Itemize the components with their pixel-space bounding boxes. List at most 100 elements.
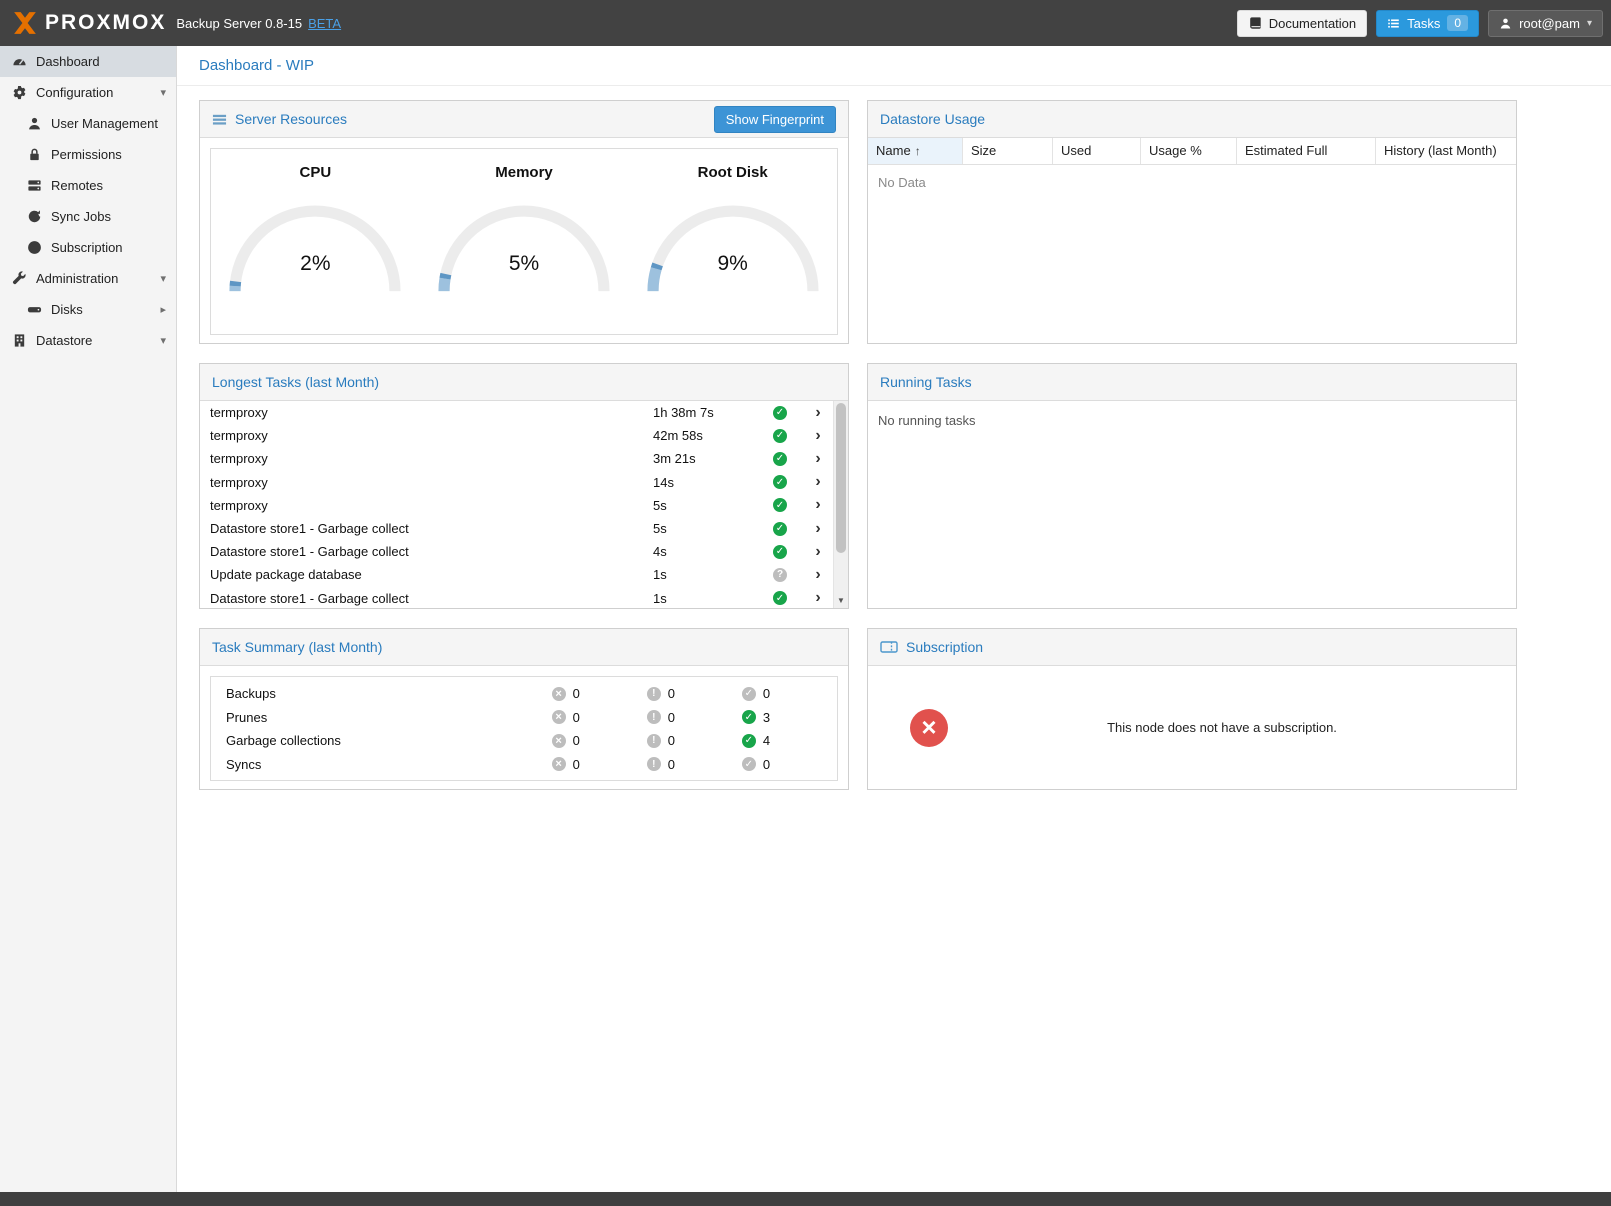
- summary-row: Backups 0 0 0: [211, 682, 837, 706]
- chevron-right-icon[interactable]: ›: [803, 450, 833, 468]
- error-count-icon: [552, 710, 566, 724]
- proxmox-logo-icon: [12, 10, 38, 36]
- column-header-size[interactable]: Size: [963, 138, 1053, 164]
- summary-label: Garbage collections: [226, 733, 552, 748]
- column-header-used[interactable]: Used: [1053, 138, 1141, 164]
- warning-count: 0: [668, 686, 675, 701]
- task-row[interactable]: termproxy 5s ›: [200, 494, 833, 517]
- column-header-history[interactable]: History (last Month): [1376, 138, 1516, 164]
- user-icon: [27, 116, 42, 131]
- show-fingerprint-button[interactable]: Show Fingerprint: [714, 106, 836, 133]
- panel-title: Server Resources: [235, 111, 347, 127]
- sidebar-item-dashboard[interactable]: Dashboard: [0, 46, 176, 77]
- task-status-icon: [773, 475, 787, 489]
- column-header-name[interactable]: Name↑: [868, 138, 963, 164]
- warning-count-icon: [647, 710, 661, 724]
- tasks-button[interactable]: Tasks 0: [1376, 10, 1479, 37]
- sidebar-item-label: Datastore: [36, 333, 92, 348]
- panel-title: Datastore Usage: [880, 111, 985, 127]
- sidebar-item-disks[interactable]: Disks ▸: [0, 294, 176, 325]
- chevron-right-icon[interactable]: ›: [803, 473, 833, 491]
- chevron-right-icon[interactable]: ›: [803, 427, 833, 445]
- sidebar-item-label: Configuration: [36, 85, 113, 100]
- sidebar-item-label: Dashboard: [36, 54, 100, 69]
- scroll-down-button[interactable]: ▼: [834, 593, 848, 608]
- task-name: Update package database: [210, 567, 653, 582]
- column-header-estimated-full[interactable]: Estimated Full: [1237, 138, 1376, 164]
- hdd-icon: [27, 302, 42, 317]
- refresh-icon: [27, 209, 42, 224]
- cpu-gauge: CPU 2%: [211, 149, 420, 334]
- task-name: termproxy: [210, 475, 653, 490]
- longest-tasks-panel: Longest Tasks (last Month) termproxy 1h …: [199, 363, 849, 609]
- task-row[interactable]: Datastore store1 - Garbage collect 5s ›: [200, 517, 833, 540]
- sidebar: Dashboard Configuration ▾ User Managemen…: [0, 46, 177, 1192]
- sidebar-item-datastore[interactable]: Datastore ▾: [0, 325, 176, 356]
- chevron-right-icon[interactable]: ›: [803, 589, 833, 607]
- chevron-right-icon[interactable]: ›: [803, 566, 833, 584]
- bottom-bar: [0, 1192, 1611, 1206]
- column-header-usage[interactable]: Usage %: [1141, 138, 1237, 164]
- chevron-down-icon: ▾: [1587, 18, 1592, 29]
- task-duration: 5s: [653, 521, 757, 536]
- wrench-icon: [12, 271, 27, 286]
- summary-row: Garbage collections 0 0 4: [211, 729, 837, 753]
- root-disk-gauge: Root Disk 9%: [628, 149, 837, 334]
- task-row[interactable]: termproxy 14s ›: [200, 471, 833, 494]
- chevron-right-icon[interactable]: ›: [803, 543, 833, 561]
- warning-count-icon: [647, 734, 661, 748]
- tasks-count-badge: 0: [1447, 15, 1468, 31]
- task-name: termproxy: [210, 428, 653, 443]
- task-list-icon: [1387, 17, 1400, 30]
- task-duration: 1h 38m 7s: [653, 405, 757, 420]
- scrollbar[interactable]: ▼: [833, 401, 848, 608]
- documentation-button[interactable]: Documentation: [1237, 10, 1367, 37]
- gauges-container: CPU 2% Memory: [210, 148, 838, 335]
- error-count: 0: [573, 733, 580, 748]
- task-status-icon: [773, 429, 787, 443]
- sidebar-item-sync-jobs[interactable]: Sync Jobs: [0, 201, 176, 232]
- ok-count: 4: [763, 733, 770, 748]
- chevron-right-icon[interactable]: ›: [803, 404, 833, 422]
- task-duration: 3m 21s: [653, 451, 757, 466]
- ok-count: 0: [763, 757, 770, 772]
- panel-title: Longest Tasks (last Month): [212, 374, 379, 390]
- beta-link[interactable]: BETA: [308, 16, 341, 31]
- task-row[interactable]: Datastore store1 - Garbage collect 4s ›: [200, 540, 833, 563]
- sidebar-item-remotes[interactable]: Remotes: [0, 170, 176, 201]
- scrollbar-thumb[interactable]: [836, 403, 846, 553]
- task-name: termproxy: [210, 405, 653, 420]
- server-resources-header: Server Resources Show Fingerprint: [200, 101, 848, 138]
- sidebar-item-permissions[interactable]: Permissions: [0, 139, 176, 170]
- no-subscription-icon: ×: [910, 709, 948, 747]
- tasks-label: Tasks: [1407, 16, 1440, 31]
- warning-count: 0: [668, 757, 675, 772]
- column-label: Name: [876, 143, 911, 158]
- user-menu-button[interactable]: root@pam ▾: [1488, 10, 1603, 37]
- no-data-text: No Data: [868, 165, 1516, 200]
- sidebar-item-subscription[interactable]: Subscription: [0, 232, 176, 263]
- building-icon: [12, 333, 27, 348]
- product-name: Backup Server 0.8-15: [176, 16, 302, 31]
- task-row[interactable]: Update package database 1s ›: [200, 563, 833, 586]
- error-count: 0: [573, 686, 580, 701]
- task-row[interactable]: termproxy 3m 21s ›: [200, 447, 833, 470]
- page-title: Dashboard - WIP: [199, 57, 314, 74]
- sidebar-item-configuration[interactable]: Configuration ▾: [0, 77, 176, 108]
- chevron-right-icon[interactable]: ›: [803, 520, 833, 538]
- task-status-icon: [773, 498, 787, 512]
- task-duration: 1s: [653, 591, 757, 606]
- subscription-header: Subscription: [868, 629, 1516, 666]
- task-row[interactable]: termproxy 42m 58s ›: [200, 424, 833, 447]
- chevron-right-icon[interactable]: ›: [803, 496, 833, 514]
- task-name: Datastore store1 - Garbage collect: [210, 521, 653, 536]
- task-row[interactable]: Datastore store1 - Garbage collect 1s ›: [200, 587, 833, 610]
- task-duration: 1s: [653, 567, 757, 582]
- task-row[interactable]: termproxy 1h 38m 7s ›: [200, 401, 833, 424]
- task-duration: 14s: [653, 475, 757, 490]
- sidebar-item-administration[interactable]: Administration ▾: [0, 263, 176, 294]
- memory-gauge: Memory 5%: [420, 149, 629, 334]
- sidebar-item-user-management[interactable]: User Management: [0, 108, 176, 139]
- gauge-label: Root Disk: [698, 164, 768, 181]
- book-icon: [1248, 16, 1262, 30]
